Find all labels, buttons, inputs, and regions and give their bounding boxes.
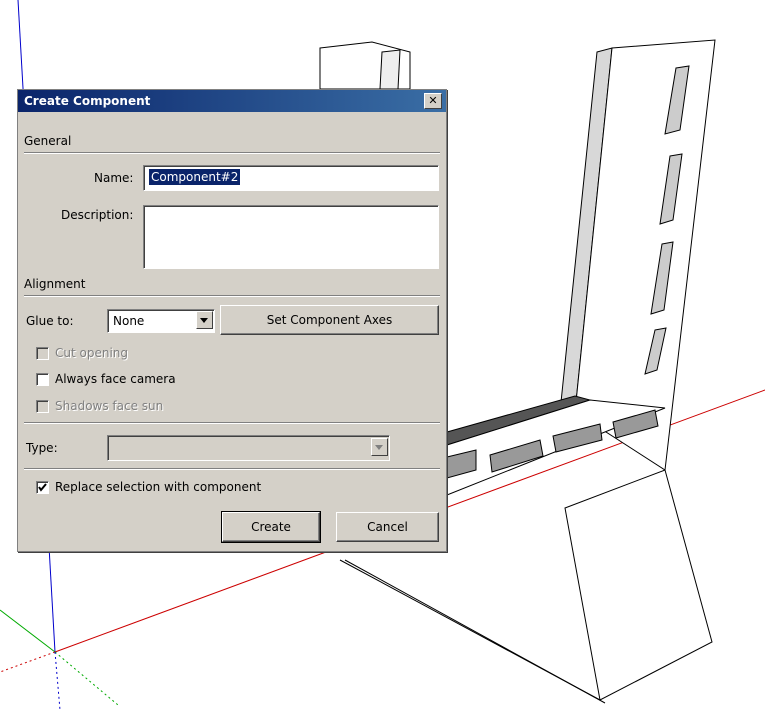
type-label: Type: <box>26 441 58 455</box>
cancel-button-label: Cancel <box>367 520 408 534</box>
type-divider-bottom <box>24 468 440 470</box>
green-axis <box>0 609 56 653</box>
general-section-label: General <box>24 134 72 148</box>
dialog-titlebar[interactable]: Create Component ✕ <box>18 90 446 112</box>
dialog-title: Create Component <box>24 94 151 108</box>
chevron-down-icon <box>375 445 383 450</box>
create-button[interactable]: Create <box>221 511 321 543</box>
set-component-axes-button[interactable]: Set Component Axes <box>220 305 439 335</box>
replace-selection-checkbox[interactable] <box>36 481 49 494</box>
name-label: Name: <box>94 171 134 185</box>
alignment-divider <box>24 295 440 297</box>
glue-to-dropdown[interactable]: None <box>107 309 215 333</box>
glue-to-dropdown-arrow[interactable] <box>196 311 213 329</box>
cut-opening-label: Cut opening <box>55 346 129 360</box>
model-back-bracket <box>319 41 411 90</box>
set-component-axes-label: Set Component Axes <box>266 313 393 327</box>
red-axis-dotted <box>0 651 56 673</box>
general-divider <box>24 152 440 154</box>
glue-to-label: Glue to: <box>26 314 74 328</box>
close-icon: ✕ <box>428 94 438 107</box>
shadows-face-sun-label: Shadows face sun <box>55 399 164 413</box>
cut-opening-checkbox[interactable] <box>36 347 49 360</box>
shadows-face-sun-checkbox[interactable] <box>36 400 49 413</box>
green-axis-dotted <box>54 651 119 706</box>
type-divider-top <box>24 422 440 424</box>
description-label: Description: <box>61 208 134 222</box>
create-component-dialog: Create Component ✕ General Name: Compone… <box>17 89 447 552</box>
cancel-button[interactable]: Cancel <box>336 512 439 542</box>
type-dropdown[interactable] <box>107 435 390 461</box>
chevron-down-icon <box>200 318 208 323</box>
alignment-section-label: Alignment <box>24 277 86 291</box>
checkmark-icon <box>38 483 47 492</box>
create-button-label: Create <box>251 520 291 534</box>
always-face-camera-checkbox[interactable] <box>36 373 49 386</box>
glue-to-value: None <box>113 314 145 328</box>
close-button[interactable]: ✕ <box>424 93 442 109</box>
name-field[interactable]: Component#2 <box>143 165 439 191</box>
blue-axis-dotted <box>54 651 61 710</box>
name-field-value: Component#2 <box>149 169 241 185</box>
always-face-camera-label: Always face camera <box>55 372 176 386</box>
replace-selection-label: Replace selection with component <box>55 480 262 494</box>
description-field[interactable] <box>143 205 439 269</box>
type-dropdown-arrow[interactable] <box>371 438 388 456</box>
